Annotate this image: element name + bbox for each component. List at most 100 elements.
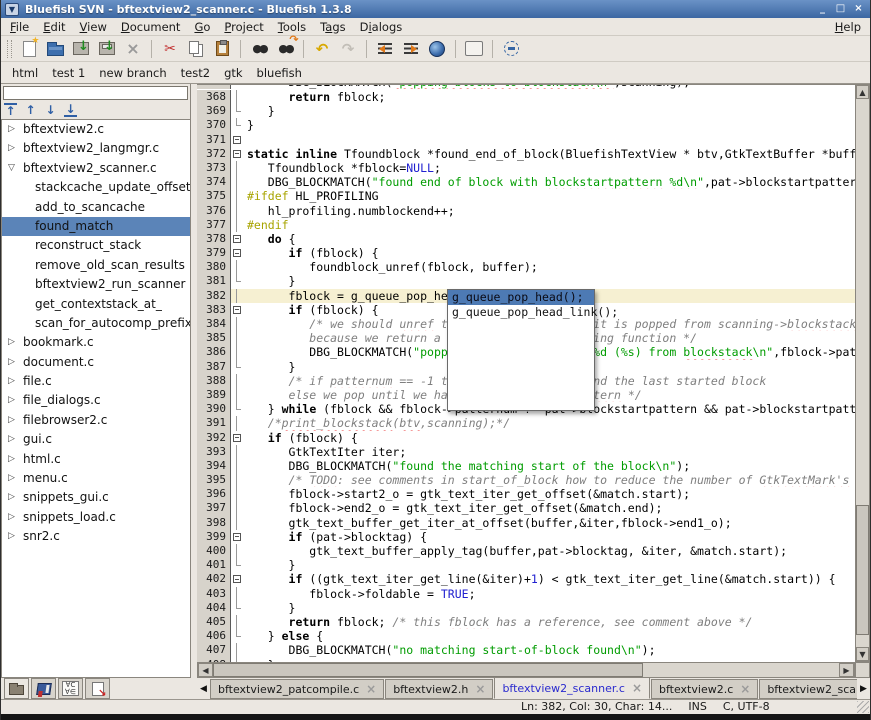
fold-margin[interactable] [231,516,243,530]
fold-margin[interactable] [231,232,243,246]
expand-icon[interactable]: ▷ [8,469,15,488]
code-line-403[interactable]: 403 fblock->foldable = TRUE; [197,587,855,601]
paste-button[interactable] [209,37,235,61]
expand-icon[interactable]: ▷ [8,333,15,352]
horizontal-scroll-thumb[interactable] [213,663,643,677]
bookmarks-panel-tab[interactable] [31,678,56,699]
code-line-379[interactable]: 379 if (fblock) { [197,246,855,260]
code-line-370[interactable]: 370} [197,118,855,132]
resize-grip[interactable] [857,701,869,713]
tree-item-filebrowser2.c[interactable]: ▷filebrowser2.c [2,411,190,430]
code-line-406[interactable]: 406 } else { [197,629,855,643]
fold-margin[interactable] [231,544,243,558]
code-line-407[interactable]: 407 DBG_BLOCKMATCH("no matching start-of… [197,643,855,657]
tree-item-bookmark.c[interactable]: ▷bookmark.c [2,333,190,352]
tree-item-gui.c[interactable]: ▷gui.c [2,430,190,449]
fold-margin[interactable] [231,629,243,643]
fold-margin[interactable] [231,147,243,161]
code-line-376[interactable]: 376 hl_profiling.numblockend++; [197,204,855,218]
fold-margin[interactable] [231,85,243,89]
expand-icon[interactable]: ▷ [8,391,15,410]
fullscreen-button[interactable] [498,37,524,61]
save-as-button[interactable] [94,37,120,61]
tree-item-stackcache_update_offsets[interactable]: stackcache_update_offsets [2,178,190,197]
menu-help[interactable]: Help [828,19,868,35]
tree-item-file_dialogs.c[interactable]: ▷file_dialogs.c [2,391,190,410]
copy-button[interactable] [183,37,209,61]
fold-margin[interactable] [231,388,243,402]
expand-icon[interactable]: ▷ [8,450,15,469]
autocomplete-item[interactable]: g_queue_pop_head(); [448,290,594,305]
quickbar-item-new-branch[interactable]: new branch [92,64,173,82]
toolbar-grip[interactable] [7,40,12,58]
doc-tab-bftextview2.c[interactable]: bftextview2.c× [651,679,758,699]
scroll-left-icon[interactable]: ◀ [198,663,213,677]
new-document-button[interactable] [16,37,42,61]
tabs-scroll-right-icon[interactable]: ▶ [857,679,870,699]
find-replace-button[interactable]: ●● [272,37,298,61]
close-tab-icon[interactable]: × [740,684,750,694]
maximize-icon[interactable]: □ [833,3,848,16]
quickbar-item-test2[interactable]: test2 [174,64,217,82]
fold-margin[interactable] [231,643,243,657]
cut-button[interactable]: ✂ [157,37,183,61]
bookmark-last-icon[interactable]: ↓ [64,103,77,117]
expand-icon[interactable]: ▷ [8,120,15,139]
code-line-381[interactable]: 381 } [197,274,855,288]
menu-view[interactable]: View [73,19,114,35]
code-line-377[interactable]: 377#endif [197,218,855,232]
horizontal-scrollbar[interactable]: ◀ ▶ [197,662,855,678]
tree-item-found_match[interactable]: found_match [2,217,190,236]
tabs-scroll-left-icon[interactable]: ◀ [197,679,210,699]
indent-button[interactable] [398,37,424,61]
fold-margin[interactable] [231,260,243,274]
autocomplete-item[interactable]: g_queue_pop_head_link(); [448,305,594,320]
collapse-icon[interactable]: ▽ [8,159,15,178]
menu-document[interactable]: Document [114,19,188,35]
menu-go[interactable]: Go [187,19,217,35]
menu-dialogs[interactable]: Dialogs [353,19,410,35]
function-filter-input[interactable] [3,86,188,100]
tree-item-menu.c[interactable]: ▷menu.c [2,469,190,488]
fold-margin[interactable] [231,317,243,331]
code-line-396[interactable]: 396 fblock->start2_o = gtk_text_iter_get… [197,487,855,501]
quickbar-item-bluefish[interactable]: bluefish [250,64,309,82]
fold-margin[interactable] [231,246,243,260]
fold-margin[interactable] [231,487,243,501]
code-line-374[interactable]: 374 DBG_BLOCKMATCH("found end of block w… [197,175,855,189]
snippets-panel-tab[interactable] [85,678,110,699]
fold-margin[interactable] [231,445,243,459]
fold-margin[interactable] [231,161,243,175]
expand-icon[interactable]: ▷ [8,372,15,391]
fold-margin[interactable] [231,473,243,487]
files-panel-tab[interactable] [4,678,29,699]
fold-margin[interactable] [231,133,243,147]
vertical-scroll-thumb[interactable] [856,505,869,635]
code-line-368[interactable]: 368 return fblock; [197,90,855,104]
tree-item-get_contextstack_at_[interactable]: get_contextstack_at_ [2,295,190,314]
fold-margin[interactable] [231,615,243,629]
menu-file[interactable]: File [3,19,36,35]
doc-tab-bftextview2_scanner.h[interactable]: bftextview2_scanner.h× [759,679,857,699]
expand-icon[interactable]: ▷ [8,527,15,546]
fold-margin[interactable] [231,374,243,388]
fold-margin[interactable] [231,530,243,544]
vertical-scrollbar[interactable]: ▲ ▼ [855,84,870,662]
fold-margin[interactable] [231,118,243,132]
code-line-397[interactable]: 397 fblock->end2_o = gtk_text_iter_get_o… [197,501,855,515]
expand-icon[interactable]: ▷ [8,411,15,430]
fold-margin[interactable] [231,175,243,189]
fold-margin[interactable] [231,274,243,288]
bookmark-first-icon[interactable]: ↑ [4,103,17,117]
code-line-404[interactable]: 404 } [197,601,855,615]
minimize-icon[interactable]: _ [815,3,830,16]
unindent-button[interactable] [372,37,398,61]
code-line-401[interactable]: 401 } [197,558,855,572]
quickbar-item-gtk[interactable]: gtk [217,64,249,82]
bookmark-previous-icon[interactable]: ↑ [24,104,37,116]
quickbar-item-html[interactable]: html [5,64,45,82]
code-line-369[interactable]: 369 } [197,104,855,118]
tree-item-document.c[interactable]: ▷document.c [2,353,190,372]
code-line-402[interactable]: 402 if ((gtk_text_iter_get_line(&iter)+1… [197,572,855,586]
fold-margin[interactable] [231,204,243,218]
